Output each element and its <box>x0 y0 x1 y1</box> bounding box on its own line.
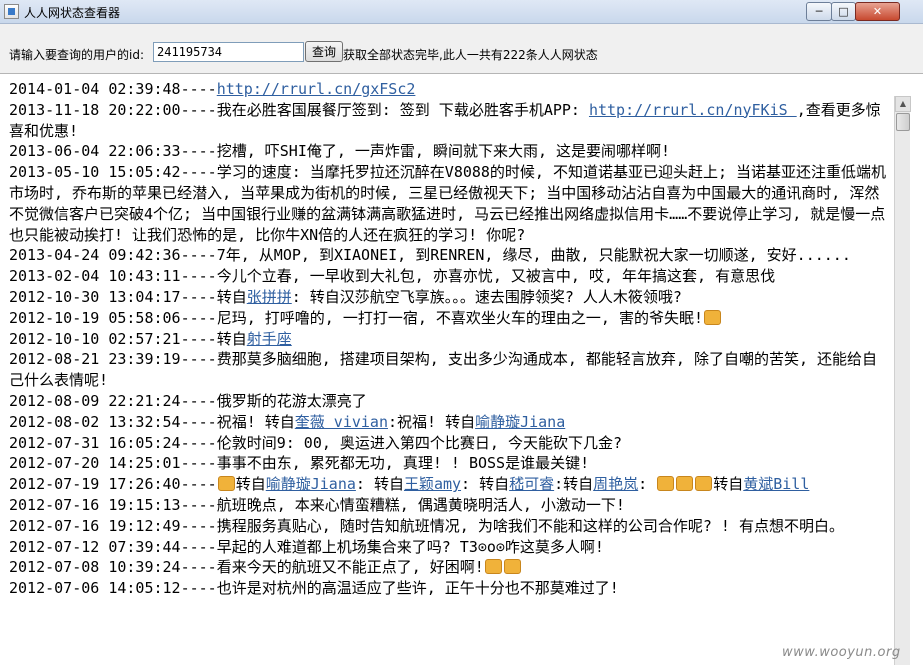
status-entry: 2013-06-04 22:06:33----挖槽, 吓SHI俺了, 一声炸雷,… <box>9 141 889 162</box>
title-bar: 人人网状态查看器 ─ □ ✕ <box>0 0 923 24</box>
status-timestamp: 2012-07-16 19:15:13---- <box>9 495 217 514</box>
status-timestamp: 2013-11-18 20:22:00---- <box>9 100 217 119</box>
scroll-thumb[interactable] <box>896 113 910 131</box>
status-text: 携程服务真贴心, 随时告知航班情况, 为啥我们不能和这样的公司合作呢? ! 有点… <box>216 516 844 535</box>
status-entry: 2012-07-20 14:25:01----事事不由东, 累死都无功, 真理!… <box>9 453 889 474</box>
dizzy-icon <box>503 559 521 575</box>
status-entry: 2012-07-06 14:05:12----也许是对杭州的高温适应了些许, 正… <box>9 578 889 599</box>
status-timestamp: 2012-07-16 19:12:49---- <box>9 516 217 535</box>
status-text: 祝福! 转自 <box>216 412 295 431</box>
status-text: :转自 <box>554 475 594 494</box>
heart-icon <box>657 476 675 492</box>
status-entry: 2013-11-18 20:22:00----我在必胜客国展餐厅签到: 签到 下… <box>9 100 889 142</box>
status-link[interactable]: http://rrurl.cn/gxFSc2 <box>217 80 416 98</box>
status-text: : 转自 <box>461 475 510 494</box>
status-timestamp: 2012-07-19 17:26:40---- <box>9 475 217 494</box>
status-entry: 2012-08-09 22:21:24----俄罗斯的花游太漂亮了 <box>9 391 889 412</box>
status-text: 也许是对杭州的高温适应了些许, 正午十分也不那莫难过了! <box>216 579 619 598</box>
status-link[interactable]: 喻静璇Jiana <box>475 413 565 431</box>
uid-input[interactable] <box>153 42 304 62</box>
status-timestamp: 2012-08-02 13:32:54---- <box>9 412 217 431</box>
sleepy-icon <box>484 559 502 575</box>
status-entry: 2012-10-19 05:58:06----尼玛, 打呼噜的, 一打打一宿, … <box>9 308 889 329</box>
status-text: 伦敦时间9: 00, 奥运进入第四个比赛日, 今天能砍下几金? <box>216 433 623 452</box>
status-link[interactable]: http://rrurl.cn/nyFKiS <box>589 101 797 119</box>
status-timestamp: 2012-08-21 23:39:19---- <box>9 350 217 369</box>
status-timestamp: 2012-10-19 05:58:06---- <box>9 308 217 327</box>
status-list: 2014-01-04 02:39:48----http://rrurl.cn/g… <box>9 79 889 599</box>
status-entry: 2012-07-31 16:05:24----伦敦时间9: 00, 奥运进入第四… <box>9 433 889 454</box>
status-text: :祝福! 转自 <box>388 412 476 431</box>
wave-icon <box>217 476 235 492</box>
watermark: www.wooyun.org <box>782 645 901 660</box>
status-link[interactable]: 黄斌Bill <box>743 475 809 493</box>
status-text: 航班晚点, 本来心情蛮糟糕, 偶遇黄晓明活人, 小激动一下! <box>216 495 625 514</box>
status-text: 转自 <box>216 287 247 306</box>
status-link[interactable]: 射手座 <box>247 330 292 348</box>
status-timestamp: 2012-07-31 16:05:24---- <box>9 433 217 452</box>
close-button[interactable]: ✕ <box>855 2 900 21</box>
status-text: 尼玛, 打呼噜的, 一打打一宿, 不喜欢坐火车的理由之一, 害的爷失眠! <box>216 308 703 327</box>
status-link[interactable]: 喻静璇Jiana <box>266 475 356 493</box>
status-entry: 2012-08-02 13:32:54----祝福! 转自奎薇 vivian:祝… <box>9 412 889 433</box>
status-timestamp: 2014-01-04 02:39:48---- <box>9 80 217 98</box>
status-timestamp: 2012-07-12 07:39:44---- <box>9 537 217 556</box>
status-text: 我在必胜客国展餐厅签到: 签到 下载必胜客手机APP: <box>216 100 589 119</box>
window-title: 人人网状态查看器 <box>24 6 121 20</box>
status-timestamp: 2013-02-04 10:43:11---- <box>9 267 217 286</box>
status-timestamp: 2013-05-10 15:05:42---- <box>9 163 217 182</box>
status-text: 看来今天的航班又不能正点了, 好困啊! <box>216 558 484 577</box>
uid-label: 请输入要查询的用户的id: <box>9 48 144 62</box>
status-timestamp: 2012-07-20 14:25:01---- <box>9 454 217 473</box>
app-icon <box>4 4 19 19</box>
status-entry: 2012-10-10 02:57:21----转自射手座 <box>9 329 889 350</box>
status-text: 俄罗斯的花游太漂亮了 <box>216 391 367 410</box>
status-link[interactable]: 奎薇 vivian <box>295 413 388 431</box>
status-entry: 2012-07-16 19:15:13----航班晚点, 本来心情蛮糟糕, 偶遇… <box>9 495 889 516</box>
status-text: : <box>638 475 657 494</box>
status-entry: 2012-07-12 07:39:44----早起的人难道都上机场集合来了吗? … <box>9 537 889 558</box>
status-timestamp: 2012-10-10 02:57:21---- <box>9 329 217 348</box>
status-entry: 2012-07-08 10:39:24----看来今天的航班又不能正点了, 好困… <box>9 557 889 578</box>
status-entry: 2012-07-19 17:26:40---- 转自喻静璇Jiana: 转自王颖a… <box>9 474 889 495</box>
status-text: 转自 <box>216 329 247 348</box>
heart-icon <box>676 476 694 492</box>
status-entry: 2013-04-24 09:42:36----7年, 从MOP, 到XIAONE… <box>9 245 889 266</box>
status-timestamp: 2012-08-09 22:21:24---- <box>9 391 217 410</box>
vertical-scrollbar[interactable]: ▲ <box>894 96 911 665</box>
status-text: : 转自汉莎航空飞享族。。。速去围脖领奖? 人人木筱领哦? <box>291 287 682 306</box>
status-entry: 2013-02-04 10:43:11----今儿个立春, 一早收到大礼包, 亦… <box>9 266 889 287</box>
status-link[interactable]: 张拼拼 <box>247 288 292 306</box>
status-link[interactable]: 嵇可睿 <box>509 475 554 493</box>
status-text: 挖槽, 吓SHI俺了, 一声炸雷, 瞬间就下来大雨, 这是要闹哪样啊! <box>216 142 671 161</box>
query-button[interactable]: 查询 <box>305 41 343 62</box>
status-text: 7年, 从MOP, 到XIAONEI, 到RENREN, 缘尽, 曲散, 只能默… <box>216 246 851 265</box>
smile-icon <box>695 476 713 492</box>
angry-icon <box>704 309 721 325</box>
status-entry: 2013-05-10 15:05:42----学习的速度: 当摩托罗拉还沉醉在V… <box>9 162 889 245</box>
status-message: 获取全部状态完毕,此人一共有222条人人网状态 <box>343 48 598 62</box>
status-timestamp: 2012-07-06 14:05:12---- <box>9 579 217 598</box>
status-entry: 2012-10-30 13:04:17----转自张拼拼: 转自汉莎航空飞享族。… <box>9 287 889 308</box>
maximize-button[interactable]: □ <box>831 2 856 21</box>
scroll-up-icon[interactable]: ▲ <box>895 96 911 112</box>
status-text: 事事不由东, 累死都无功, 真理! ! BOSS是谁最关键! <box>216 454 590 473</box>
status-timestamp: 2012-10-30 13:04:17---- <box>9 287 217 306</box>
status-feed[interactable]: 2014-01-04 02:39:48----http://rrurl.cn/g… <box>0 73 923 665</box>
status-link[interactable]: 王颖amy <box>404 475 461 493</box>
status-timestamp: 2013-04-24 09:42:36---- <box>9 246 217 265</box>
status-entry: 2012-07-16 19:12:49----携程服务真贴心, 随时告知航班情况… <box>9 516 889 537</box>
status-text: 早起的人难道都上机场集合来了吗? T3⊙o⊙咋这莫多人啊! <box>216 537 604 556</box>
status-entry: 2012-08-21 23:39:19----费那莫多脑细胞, 搭建项目架构, … <box>9 349 889 391</box>
status-text: 转自 <box>235 475 266 494</box>
status-entry: 2014-01-04 02:39:48----http://rrurl.cn/g… <box>9 79 889 100</box>
status-timestamp: 2012-07-08 10:39:24---- <box>9 558 217 577</box>
status-text: : 转自 <box>355 475 404 494</box>
status-text: 转自 <box>713 475 744 494</box>
minimize-button[interactable]: ─ <box>806 2 832 21</box>
status-timestamp: 2013-06-04 22:06:33---- <box>9 142 217 161</box>
status-text: 今儿个立春, 一早收到大礼包, 亦喜亦忧, 又被言中, 哎, 年年搞这套, 有意… <box>216 267 776 286</box>
status-link[interactable]: 周艳岚 <box>593 475 638 493</box>
